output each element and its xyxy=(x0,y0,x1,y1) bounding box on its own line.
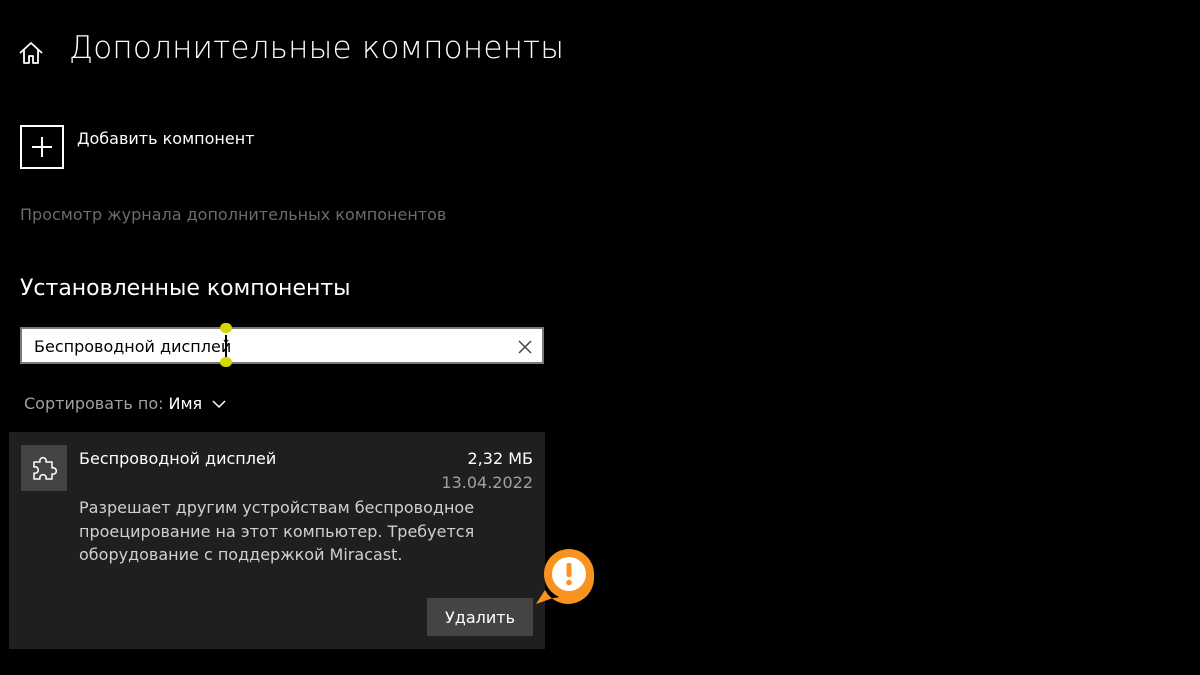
component-date: 13.04.2022 xyxy=(441,473,533,492)
add-component-button[interactable]: Добавить компонент xyxy=(20,125,254,173)
search-box xyxy=(20,323,544,367)
plus-icon xyxy=(20,125,64,169)
sort-label: Сортировать по: xyxy=(24,394,164,413)
warning-icon xyxy=(533,546,597,610)
sort-dropdown[interactable]: Сортировать по: Имя xyxy=(24,394,226,413)
component-description: Разрешает другим устройствам беспроводно… xyxy=(79,498,475,564)
remove-button[interactable]: Удалить xyxy=(427,598,533,636)
component-name: Беспроводной дисплей xyxy=(79,449,277,468)
text-caret xyxy=(225,335,227,357)
sort-value: Имя xyxy=(168,394,203,413)
installed-section-title: Установленные компоненты xyxy=(20,276,351,301)
component-card[interactable]: Беспроводной дисплей 2,32 МБ 13.04.2022 … xyxy=(9,432,545,649)
chevron-down-icon xyxy=(212,394,226,413)
selection-handle-top[interactable] xyxy=(220,323,232,333)
page-title: Дополнительные компоненты xyxy=(69,30,565,66)
selection-handle-bottom[interactable] xyxy=(220,357,232,367)
search-input[interactable] xyxy=(34,334,494,358)
puzzle-icon xyxy=(21,445,67,491)
history-link[interactable]: Просмотр журнала дополнительных компонен… xyxy=(20,205,446,224)
close-icon[interactable] xyxy=(518,339,532,354)
component-size: 2,32 МБ xyxy=(467,449,534,468)
home-icon[interactable] xyxy=(18,40,44,66)
add-component-label: Добавить компонент xyxy=(77,129,255,148)
